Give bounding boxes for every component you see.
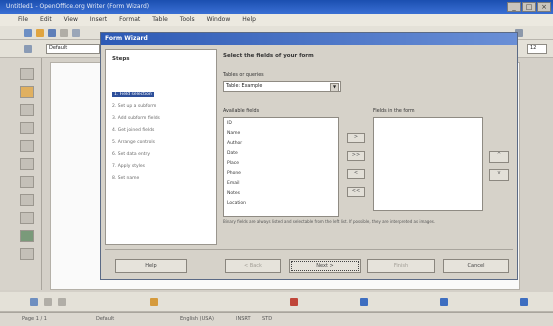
close-window-button[interactable]: × — [537, 2, 551, 12]
red-tool-icon[interactable] — [290, 298, 298, 306]
select-arrow-icon[interactable] — [30, 298, 38, 306]
menu-table[interactable]: Table — [152, 16, 168, 24]
drawing-sidebar — [0, 58, 42, 290]
list-item[interactable]: Date — [227, 151, 238, 156]
step-apply-styles[interactable]: 7. Apply styles — [112, 164, 145, 169]
remove-all-fields-button[interactable]: << — [347, 187, 365, 197]
step-set-name[interactable]: 8. Set name — [112, 176, 139, 181]
font-size-select[interactable]: 12 — [527, 44, 547, 54]
more-controls-icon[interactable] — [20, 248, 34, 260]
styles-icon[interactable] — [24, 45, 32, 53]
rectangle-tool-icon[interactable] — [20, 122, 34, 134]
list-item[interactable]: Notes — [227, 191, 240, 196]
checkbox-control-icon[interactable] — [20, 176, 34, 188]
menu-insert[interactable]: Insert — [90, 16, 107, 24]
step-set-up-subform[interactable]: 2. Set up a subform — [112, 104, 156, 109]
finish-button[interactable]: Finish — [367, 259, 435, 273]
selected-fields-list[interactable] — [373, 117, 483, 211]
page-indicator: Page 1 / 1 — [22, 316, 47, 322]
menu-view[interactable]: View — [64, 16, 78, 24]
add-all-fields-button[interactable]: >> — [347, 151, 365, 161]
move-up-button[interactable]: ^ — [489, 151, 509, 163]
list-item[interactable]: Author — [227, 141, 242, 146]
window-title-bar: Untitled1 - OpenOffice.org Writer (Form … — [0, 0, 553, 14]
navigator-icon[interactable] — [440, 298, 448, 306]
menu-file[interactable]: File — [18, 16, 28, 24]
status-bar: Page 1 / 1 Default English (USA) INSRT S… — [0, 312, 553, 326]
paragraph-style-value: Default — [49, 45, 68, 51]
binary-fields-hint: Binary fields are always listed and sele… — [223, 219, 436, 224]
move-down-button[interactable]: v — [489, 169, 509, 181]
list-item[interactable]: Email — [227, 181, 240, 186]
insert-mode: INSRT — [236, 316, 251, 322]
paragraph-style-select[interactable]: Default — [46, 44, 100, 54]
window-title: Untitled1 - OpenOffice.org Writer (Form … — [6, 3, 150, 10]
list-item[interactable]: Place — [227, 161, 239, 166]
new-document-icon[interactable] — [24, 29, 32, 37]
button-control-icon[interactable] — [20, 194, 34, 206]
form-design-icon[interactable] — [20, 230, 34, 242]
list-item[interactable]: Location — [227, 201, 246, 206]
selection-mode: STD — [262, 316, 273, 322]
email-icon[interactable] — [72, 29, 80, 37]
menu-tools[interactable]: Tools — [180, 16, 195, 24]
dialog-title-bar: Form Wizard — [101, 33, 517, 45]
list-item[interactable]: ID — [227, 121, 232, 126]
step-field-selection[interactable]: 1. Field selection — [112, 92, 154, 97]
step-add-subform-fields[interactable]: 3. Add subform fields — [112, 116, 160, 121]
minimize-button[interactable]: _ — [507, 2, 521, 12]
back-button[interactable]: < Back — [225, 259, 281, 273]
fontwork-icon[interactable] — [150, 298, 158, 306]
tables-select-value: Table: Example — [226, 84, 263, 89]
line-icon[interactable] — [44, 298, 52, 306]
drawing-toolbar — [0, 292, 553, 312]
selected-fields-label: Fields in the form — [373, 109, 415, 114]
line-tool-icon[interactable] — [20, 104, 34, 116]
cancel-button[interactable]: Cancel — [443, 259, 509, 273]
available-fields-list[interactable]: ID Name Author Date Place Phone Email No… — [223, 117, 339, 217]
tables-label: Tables or queries — [223, 73, 264, 78]
tables-select[interactable]: Table: Example ▼ — [223, 81, 341, 92]
menu-help[interactable]: Help — [242, 16, 256, 24]
edit-file-icon[interactable] — [60, 29, 68, 37]
menu-format[interactable]: Format — [119, 16, 140, 24]
insert-image-icon[interactable] — [20, 86, 34, 98]
language-indicator: English (USA) — [180, 316, 214, 322]
blue-tool-icon[interactable] — [360, 298, 368, 306]
page-heading: Select the fields of your form — [223, 53, 314, 59]
remove-field-button[interactable]: < — [347, 169, 365, 179]
form-wizard-dialog: Form Wizard Steps 1. Field selection 2. … — [100, 32, 518, 280]
available-fields-label: Available fields — [223, 109, 260, 114]
steps-panel: Steps 1. Field selection 2. Set up a sub… — [105, 49, 217, 245]
step-set-data-entry[interactable]: 6. Set data entry — [112, 152, 150, 157]
text-tool-icon[interactable] — [20, 158, 34, 170]
ellipse-tool-icon[interactable] — [20, 140, 34, 152]
separator — [105, 249, 513, 250]
menu-edit[interactable]: Edit — [40, 16, 52, 24]
listbox-control-icon[interactable] — [20, 212, 34, 224]
font-size-value: 12 — [530, 45, 537, 51]
list-item[interactable]: Phone — [227, 171, 241, 176]
page-style: Default — [96, 316, 115, 322]
dialog-title: Form Wizard — [105, 35, 148, 42]
help-button[interactable]: Help — [115, 259, 187, 273]
maximize-button[interactable]: □ — [522, 2, 536, 12]
chevron-down-icon[interactable]: ▼ — [330, 83, 339, 92]
save-icon[interactable] — [48, 29, 56, 37]
open-folder-icon[interactable] — [36, 29, 44, 37]
step-get-joined-fields[interactable]: 4. Get joined fields — [112, 128, 154, 133]
select-tool-icon[interactable] — [20, 68, 34, 80]
add-field-button[interactable]: > — [347, 133, 365, 143]
step-arrange-controls[interactable]: 5. Arrange controls — [112, 140, 155, 145]
menu-window[interactable]: Window — [207, 16, 231, 24]
next-button[interactable]: Next > — [289, 259, 361, 273]
gallery-icon[interactable] — [520, 298, 528, 306]
list-item[interactable]: Name — [227, 131, 240, 136]
rectangle-icon[interactable] — [58, 298, 66, 306]
menu-bar: File Edit View Insert Format Table Tools… — [0, 14, 553, 26]
steps-heading: Steps — [112, 56, 130, 62]
